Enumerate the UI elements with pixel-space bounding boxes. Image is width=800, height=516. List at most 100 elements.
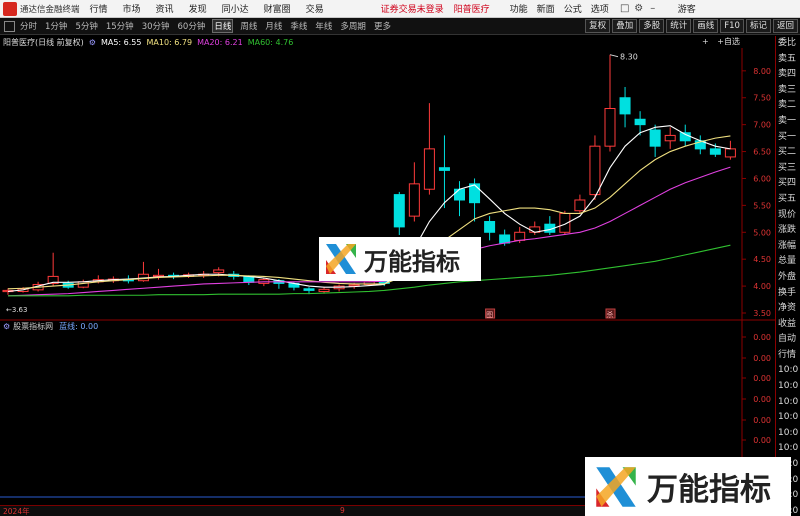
- indicator-tick-label: 0.00: [753, 374, 771, 383]
- candle-body: [634, 118, 646, 126]
- mark-button[interactable]: 标记: [745, 19, 771, 33]
- period-toolbar: 分时 1分钟 5分钟 15分钟 30分钟 60分钟 日线 周线 月线 季线 年线…: [0, 18, 800, 35]
- multi-stock-button[interactable]: 多股: [639, 19, 665, 33]
- panel-row: 买五: [778, 193, 797, 204]
- candle-body: [318, 288, 330, 292]
- f10-button[interactable]: F10: [720, 19, 744, 33]
- restore-icon[interactable]: □: [618, 3, 632, 14]
- menu-new-page[interactable]: 新面: [537, 2, 555, 15]
- period-tab[interactable]: 分时: [19, 20, 38, 32]
- login-status[interactable]: 证券交易未登录: [381, 2, 444, 15]
- period-tab[interactable]: 更多: [373, 20, 392, 32]
- menu-exchange[interactable]: 市场: [123, 2, 141, 15]
- menu-formula[interactable]: 公式: [564, 2, 582, 15]
- event-tag-label: 杀: [607, 310, 614, 319]
- low-price-label: ←3.63: [6, 306, 27, 314]
- price-tick-label: 3.50: [753, 309, 771, 318]
- ma5-value: MA5: 6.55: [100, 37, 142, 47]
- app-window: 通达信金融终端 行情 市场 资讯 发现 同小达 财富圈 交易 证券交易未登录 阳…: [0, 0, 800, 516]
- watermark-emblem-icon: [326, 244, 356, 274]
- candle-body: [438, 167, 450, 171]
- app-logo-icon: [3, 1, 17, 16]
- menu-trade[interactable]: 交易: [306, 2, 324, 15]
- add-favorite-button[interactable]: +自选: [717, 37, 740, 46]
- overlay-button[interactable]: 叠加: [612, 19, 638, 33]
- stats-button[interactable]: 统计: [666, 19, 692, 33]
- price-tick-label: 5.00: [753, 228, 771, 237]
- candle-body: [709, 148, 721, 155]
- period-tab[interactable]: 周线: [239, 20, 258, 32]
- back-button[interactable]: 返回: [772, 19, 798, 33]
- panel-row: 卖五: [778, 53, 797, 64]
- ma-legend: 阳普医疗(日线 前复权) ⚙ MA5: 6.55 MA10: 6.79 MA20…: [0, 36, 298, 48]
- price-tick-label: 4.50: [753, 255, 771, 264]
- layout-icon[interactable]: [4, 20, 15, 32]
- guest-user[interactable]: 游客: [678, 2, 696, 15]
- candle-body: [469, 183, 481, 204]
- panel-row: 换手: [778, 287, 797, 298]
- panel-row: 10:0: [778, 427, 799, 438]
- menu-discover[interactable]: 发现: [189, 2, 207, 15]
- menu-assistant[interactable]: 同小达: [222, 2, 249, 15]
- draw-line-button[interactable]: 画线: [693, 19, 719, 33]
- menu-news[interactable]: 资讯: [156, 2, 174, 15]
- period-tab[interactable]: 1分钟: [44, 20, 68, 32]
- panel-row: 净资: [778, 303, 797, 314]
- indicator-name[interactable]: 股票指标网: [13, 321, 53, 332]
- high-price-label: 8.30: [620, 53, 638, 62]
- price-tick-label: 6.00: [753, 174, 771, 183]
- panel-row: 10:0: [778, 443, 799, 454]
- period-tab-active[interactable]: 日线: [212, 19, 234, 33]
- period-tab[interactable]: 月线: [264, 20, 283, 32]
- period-tab[interactable]: 季线: [289, 20, 308, 32]
- candle-body: [454, 188, 465, 201]
- legend-gear-icon[interactable]: ⚙: [89, 38, 96, 47]
- candle-body: [664, 134, 676, 142]
- chart-tool-buttons: 复权 叠加 多股 统计 画线 F10 标记 返回: [583, 19, 798, 33]
- indicator-value: 蓝线: 0.00: [59, 322, 99, 331]
- price-tick-label: 7.00: [753, 121, 771, 130]
- minimize-icon[interactable]: –: [646, 3, 660, 14]
- menu-function[interactable]: 功能: [510, 2, 528, 15]
- panel-row: 卖三: [778, 84, 797, 95]
- menu-wealth[interactable]: 财富圈: [264, 2, 291, 15]
- candle-body: [514, 231, 526, 241]
- panel-row[interactable]: 行情: [776, 348, 800, 364]
- period-tab[interactable]: 5分钟: [74, 20, 98, 32]
- ma10-value: MA10: 6.79: [146, 37, 193, 47]
- indicator-gear-icon[interactable]: ⚙: [3, 322, 10, 331]
- candle-body: [619, 97, 631, 115]
- panel-row: 现价: [778, 209, 797, 220]
- add-button[interactable]: +: [702, 37, 709, 46]
- candle-body: [649, 129, 661, 147]
- fq-button[interactable]: 复权: [585, 19, 611, 33]
- panel-row: 委比: [778, 38, 797, 48]
- ma20-value: MA20: 6.21: [197, 37, 243, 47]
- panel-row[interactable]: 自动: [776, 332, 800, 348]
- period-tab[interactable]: 年线: [314, 20, 333, 32]
- settings-icon[interactable]: ⚙: [632, 3, 646, 14]
- panel-row: 买三: [778, 162, 797, 173]
- menu-options[interactable]: 选项: [591, 2, 609, 15]
- watermark-logo: 万能指标: [585, 457, 791, 516]
- panel-row: 10:0: [778, 381, 799, 392]
- period-tab[interactable]: 15分钟: [105, 20, 135, 32]
- favorite-controls: + +自选: [702, 36, 746, 47]
- period-tab[interactable]: 多周期: [339, 20, 367, 32]
- indicator-tick-label: 0.00: [753, 333, 771, 342]
- panel-row: 卖一: [778, 115, 797, 126]
- period-tab[interactable]: 60分钟: [177, 20, 207, 32]
- indicator-header: ⚙ 股票指标网 蓝线: 0.00: [0, 321, 98, 332]
- watermark-text: 万能指标: [647, 472, 771, 508]
- candle-body: [499, 234, 511, 244]
- price-tick-label: 6.50: [753, 148, 771, 157]
- panel-row: 10:0: [778, 412, 799, 423]
- candle-body: [393, 194, 405, 228]
- indicator-tick-label: 0.00: [753, 416, 771, 425]
- candle-body: [484, 221, 496, 233]
- date-year-label: 2024年: [3, 507, 30, 516]
- menu-market[interactable]: 行情: [90, 2, 108, 15]
- quote-side-panel: 委比 卖五 卖四 卖三 卖二 卖一 买一 买二 买三 买四 买五 现价 涨跌 涨…: [775, 36, 800, 516]
- period-tab[interactable]: 30分钟: [141, 20, 171, 32]
- price-tick-label: 5.50: [753, 201, 771, 210]
